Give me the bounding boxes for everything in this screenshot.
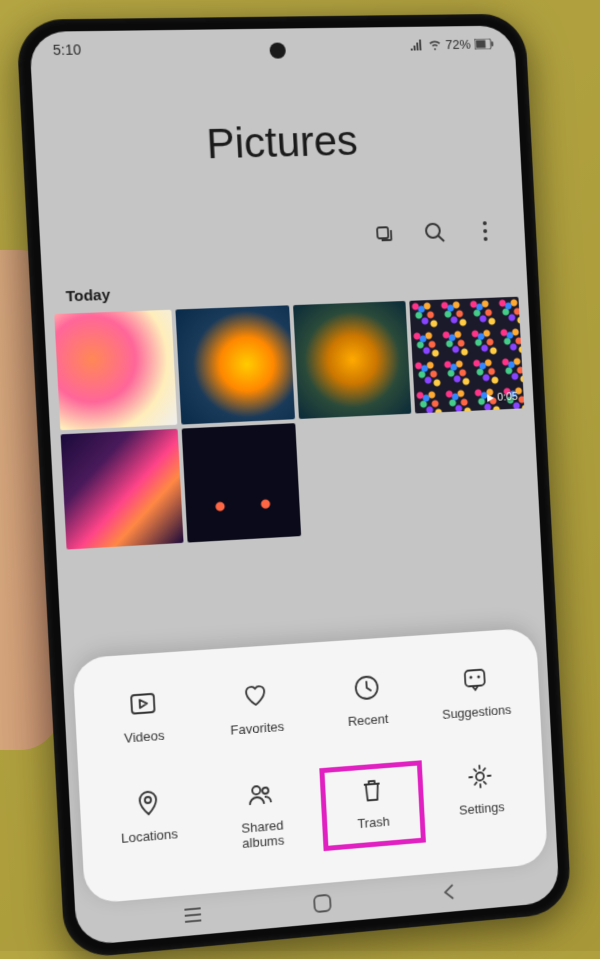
people-icon — [245, 777, 277, 810]
video-duration: 0:05 — [497, 390, 518, 403]
trash-icon — [356, 773, 387, 805]
menu-label: Suggestions — [442, 702, 512, 722]
screen: 5:10 72% Pictures Today — [29, 25, 560, 946]
more-icon[interactable] — [474, 219, 496, 241]
location-icon — [132, 786, 164, 819]
menu-label: Shared albums — [241, 817, 285, 852]
menu-settings[interactable]: Settings — [429, 751, 533, 841]
page-title: Pictures — [34, 113, 521, 172]
menu-label: Recent — [347, 711, 388, 730]
menu-shared-albums[interactable]: Shared albums — [208, 768, 316, 860]
thumbnail-row: 0:05 — [44, 296, 534, 430]
header: Pictures — [31, 54, 524, 223]
phone-frame: 5:10 72% Pictures Today — [16, 13, 572, 959]
menu-locations[interactable]: Locations — [94, 777, 204, 870]
gear-icon — [465, 760, 495, 792]
heart-icon — [240, 679, 272, 711]
bottom-sheet-menu: Videos Favorites Recent — [72, 627, 548, 904]
thumbnail-row-2 — [50, 407, 540, 550]
menu-label: Locations — [121, 825, 179, 846]
menu-label: Settings — [459, 799, 505, 818]
video-thumbnail[interactable]: 0:05 — [409, 296, 524, 412]
clock-icon — [351, 672, 382, 704]
menu-trash[interactable]: Trash — [319, 760, 425, 851]
signal-icon — [410, 38, 424, 50]
menu-recent[interactable]: Recent — [314, 663, 419, 738]
nav-home[interactable] — [310, 890, 335, 916]
suggestions-icon — [460, 664, 491, 696]
nav-back[interactable] — [436, 879, 461, 905]
nav-recents[interactable] — [180, 901, 206, 927]
status-right: 72% — [410, 36, 494, 52]
videos-icon — [126, 687, 158, 720]
menu-label: Favorites — [230, 719, 284, 739]
photo-thumbnail[interactable] — [61, 428, 183, 549]
battery-icon — [474, 38, 494, 49]
photo-thumbnail[interactable] — [54, 309, 177, 429]
menu-favorites[interactable]: Favorites — [202, 671, 309, 746]
play-icon — [485, 392, 495, 402]
video-duration-badge: 0:05 — [485, 390, 519, 403]
sync-icon[interactable] — [373, 223, 396, 245]
status-time: 5:10 — [52, 41, 81, 58]
photo-thumbnail[interactable] — [175, 305, 295, 424]
search-icon[interactable] — [424, 221, 446, 243]
wifi-icon — [428, 38, 442, 50]
camera-hole — [269, 42, 286, 58]
photo-thumbnail[interactable] — [181, 422, 301, 542]
menu-suggestions[interactable]: Suggestions — [424, 656, 527, 730]
menu-label: Trash — [357, 813, 390, 831]
battery-percent: 72% — [445, 36, 471, 51]
menu-videos[interactable]: Videos — [88, 679, 198, 755]
photo-thumbnail[interactable] — [293, 300, 411, 418]
menu-label: Videos — [124, 727, 165, 746]
